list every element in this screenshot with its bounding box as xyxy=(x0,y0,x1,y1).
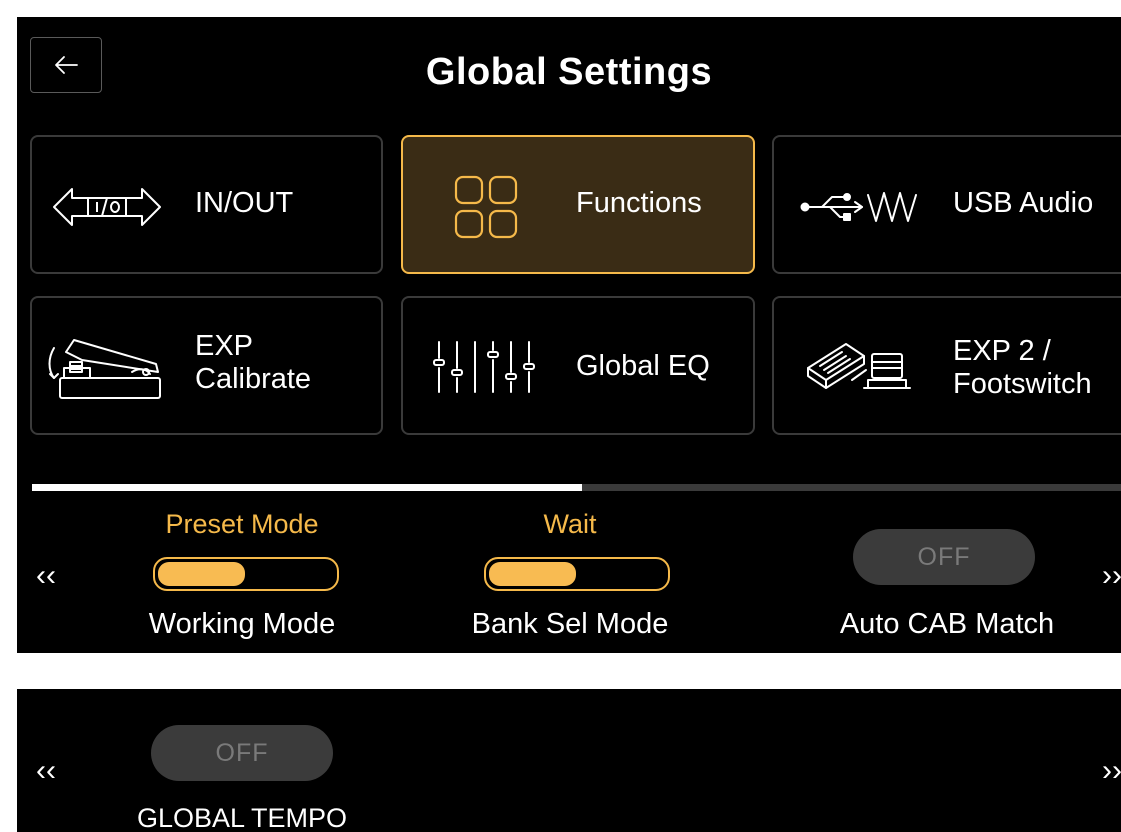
working-mode-option: Preset Mode Working Mode xyxy=(127,505,357,645)
tile-label: Functions xyxy=(576,187,702,219)
tile-in-out[interactable]: IN/OUT xyxy=(30,135,383,274)
prev-page-arrow[interactable]: ‹‹ xyxy=(26,559,66,593)
toggle-knob xyxy=(158,562,245,586)
global-tempo-label: GLOBAL TEMPO xyxy=(136,803,348,832)
tile-exp-calibrate[interactable]: EXP Calibrate xyxy=(30,296,383,435)
global-settings-panel: Global Settings IN/OUT Functions USB Aud… xyxy=(17,17,1121,653)
page-progress-bar xyxy=(32,484,1121,491)
bank-sel-mode-toggle[interactable] xyxy=(484,557,670,591)
next-page-arrow[interactable]: ›› xyxy=(1092,559,1121,593)
tile-label: USB Audio xyxy=(953,187,1094,219)
tile-usb-audio[interactable]: USB Audio xyxy=(772,135,1121,274)
expression-pedal-icon xyxy=(48,339,161,399)
tile-functions[interactable]: Functions xyxy=(401,135,755,274)
tile-label: EXP 2 / Footswitch xyxy=(953,335,1092,401)
bank-sel-mode-label: Bank Sel Mode xyxy=(471,608,669,640)
next-page-arrow[interactable]: ›› xyxy=(1092,754,1121,788)
tile-label: EXP Calibrate xyxy=(195,330,312,396)
usb-waveform-icon xyxy=(800,192,917,222)
tile-global-eq[interactable]: Global EQ xyxy=(401,296,755,435)
global-tempo-option: OFF GLOBAL TEMPO xyxy=(117,689,367,832)
page-title: Global Settings xyxy=(425,51,713,93)
tile-exp2-footswitch[interactable]: EXP 2 / Footswitch xyxy=(772,296,1121,435)
page-progress-fill xyxy=(32,484,582,491)
working-mode-toggle[interactable] xyxy=(153,557,339,591)
tile-label: Global EQ xyxy=(576,350,710,382)
pedal-footswitch-icon xyxy=(807,343,911,389)
working-mode-value: Preset Mode xyxy=(165,509,319,539)
bank-sel-mode-option: Wait Bank Sel Mode xyxy=(455,505,685,645)
prev-page-arrow[interactable]: ‹‹ xyxy=(26,754,66,788)
auto-cab-match-toggle[interactable]: OFF xyxy=(853,529,1035,585)
auto-cab-match-label: Auto CAB Match xyxy=(839,608,1055,640)
four-squares-grid-icon xyxy=(454,175,518,239)
in-out-arrows-icon xyxy=(53,188,161,226)
auto-cab-match-option: OFF Auto CAB Match xyxy=(817,505,1077,645)
global-settings-page-2-panel: ‹‹ ›› OFF GLOBAL TEMPO xyxy=(17,689,1121,832)
tile-label: IN/OUT xyxy=(195,187,294,219)
toggle-knob xyxy=(489,562,576,586)
working-mode-label: Working Mode xyxy=(148,608,336,640)
eq-sliders-icon xyxy=(433,341,535,393)
bank-sel-mode-value: Wait xyxy=(543,509,597,539)
global-tempo-toggle[interactable]: OFF xyxy=(151,725,333,781)
